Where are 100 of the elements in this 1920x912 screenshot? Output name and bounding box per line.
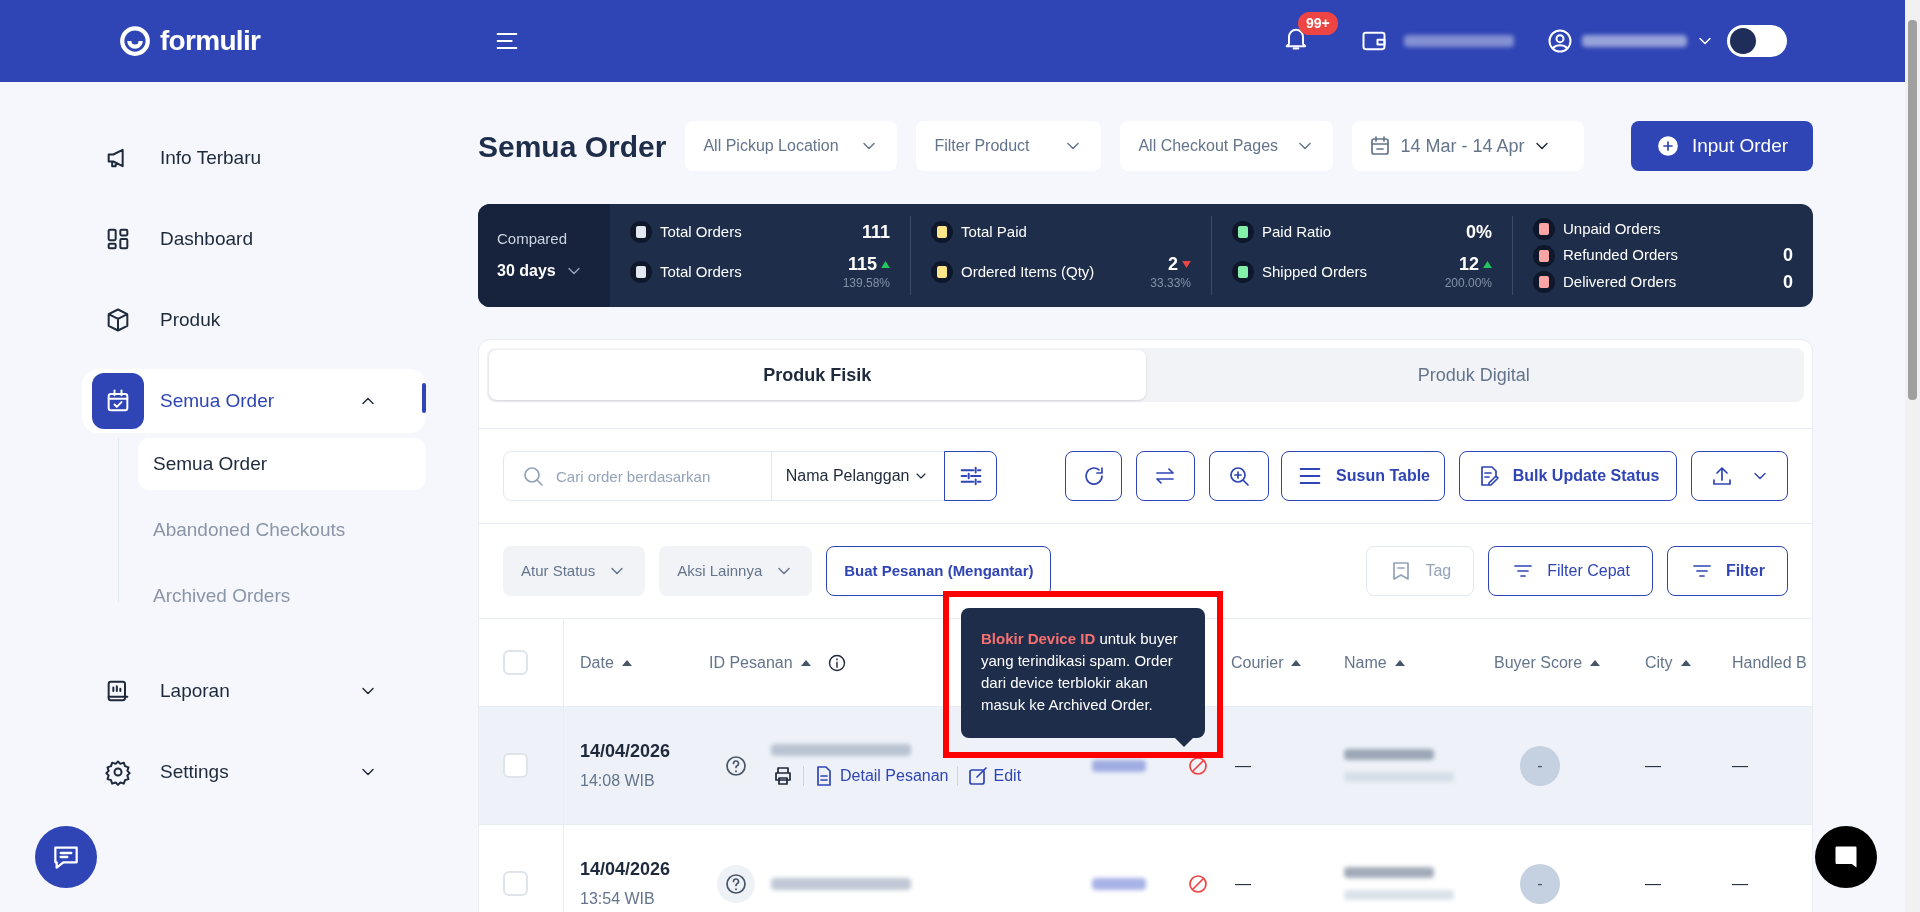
settings-icon bbox=[104, 758, 132, 786]
page-title: Semua Order bbox=[478, 128, 667, 165]
sort-icon bbox=[621, 659, 632, 666]
bulk-update-button[interactable]: Bulk Update Status bbox=[1458, 451, 1678, 501]
filter-dropdown[interactable]: All Checkout Pages bbox=[1120, 121, 1334, 171]
tooltip-arrow bbox=[1175, 738, 1193, 747]
stat-label: Shipped Orders bbox=[1262, 261, 1368, 282]
search-field[interactable]: Cari order berdasarkan bbox=[503, 451, 772, 501]
column-header[interactable]: ID Pesanan bbox=[709, 650, 793, 675]
theme-toggle[interactable] bbox=[1727, 25, 1787, 57]
column-header[interactable]: Date bbox=[580, 650, 614, 675]
create-delivery-order-button[interactable]: Buat Pesanan (Mengantar) bbox=[826, 546, 1052, 596]
zoom-button[interactable] bbox=[1208, 451, 1270, 501]
action-dropdown[interactable]: Atur Status bbox=[503, 546, 646, 596]
blurred-text bbox=[1092, 877, 1146, 890]
sidebar-item[interactable]: Laporan bbox=[82, 659, 426, 723]
info-icon bbox=[826, 652, 847, 673]
arrange-table-button[interactable]: Susun Table bbox=[1281, 451, 1445, 501]
stat-value: 0% bbox=[1466, 220, 1492, 243]
sidebar-item[interactable]: Semua Order bbox=[82, 369, 426, 433]
stat-icon bbox=[1533, 218, 1555, 240]
question-icon bbox=[724, 871, 748, 896]
notification-badge: 99+ bbox=[1298, 11, 1338, 35]
stat-label: Paid Ratio bbox=[1262, 221, 1332, 242]
column-header[interactable]: Name bbox=[1344, 650, 1387, 675]
input-order-button[interactable]: Input Order bbox=[1631, 121, 1813, 171]
sort-icon bbox=[1394, 659, 1405, 666]
question-icon bbox=[724, 753, 748, 778]
stat-label: Total Orders bbox=[660, 261, 742, 282]
sort-icon bbox=[1680, 659, 1691, 666]
user-icon bbox=[1546, 27, 1574, 55]
tab[interactable]: Produk Fisik bbox=[489, 350, 1146, 400]
stat-label: Total Orders bbox=[660, 221, 742, 242]
plus-circle-icon bbox=[1655, 134, 1680, 158]
stat-change: 200.00% bbox=[1444, 275, 1492, 291]
stat-icon bbox=[931, 220, 953, 243]
sidebar-item[interactable]: Dashboard bbox=[82, 207, 426, 271]
stat-label: Unpaid Orders bbox=[1563, 218, 1661, 239]
city-cell: — bbox=[1645, 874, 1661, 892]
handled-by-cell: — bbox=[1732, 874, 1748, 892]
buyer-score-badge: - bbox=[1520, 745, 1560, 786]
search-icon bbox=[521, 464, 545, 488]
stat-icon bbox=[1232, 260, 1254, 283]
period-selector[interactable]: Compared 30 days bbox=[478, 204, 610, 307]
stat-icon bbox=[630, 220, 652, 243]
column-header[interactable]: Courier bbox=[1231, 650, 1284, 675]
filter-button[interactable]: Filter bbox=[1666, 546, 1788, 596]
brand-name: formulir bbox=[160, 24, 261, 58]
sort-icon bbox=[1590, 659, 1601, 666]
column-header[interactable]: City bbox=[1645, 650, 1673, 675]
stat-icon bbox=[1533, 244, 1555, 267]
sidebar-item[interactable]: Info Terbaru bbox=[82, 126, 426, 190]
swap-button[interactable] bbox=[1136, 451, 1195, 501]
city-cell: — bbox=[1645, 756, 1661, 774]
column-header[interactable]: Handled B bbox=[1732, 650, 1807, 675]
checkbox[interactable] bbox=[503, 753, 528, 778]
edit-link[interactable]: Edit bbox=[965, 763, 1022, 788]
search-by-dropdown[interactable]: Nama Pelanggan bbox=[771, 451, 944, 501]
stat-value: 0 bbox=[1783, 244, 1793, 267]
stat-value: 115 bbox=[847, 253, 877, 276]
table-row[interactable]: 14/04/2026 13:54 WIB — - — — bbox=[479, 824, 1812, 912]
stat-value: 12 bbox=[1458, 253, 1479, 276]
refresh-button[interactable] bbox=[1065, 451, 1123, 501]
export-button[interactable] bbox=[1691, 451, 1788, 501]
logo-icon bbox=[118, 24, 152, 58]
filter-button[interactable]: Filter Cepat bbox=[1488, 546, 1653, 596]
sidebar-item[interactable]: Produk bbox=[82, 288, 426, 352]
stat-label: Delivered Orders bbox=[1563, 271, 1677, 292]
tooltip: Blokir Device ID untuk buyer yang terindikasi spam. Order dari device terblokir akan masuk ke Archived Order. bbox=[961, 608, 1205, 738]
action-dropdown[interactable]: Aksi Lainnya bbox=[659, 546, 813, 596]
date-range-picker[interactable]: 14 Mar - 14 Apr bbox=[1352, 121, 1585, 171]
stat-change: 139.58% bbox=[842, 275, 890, 291]
courier-cell: — bbox=[1235, 756, 1251, 774]
sort-icon bbox=[800, 659, 811, 666]
order-detail-link[interactable]: Detail Pesanan bbox=[812, 763, 949, 788]
filter-dropdown[interactable]: All Pickup Location bbox=[685, 121, 898, 171]
sidebar-item[interactable]: Settings bbox=[82, 740, 426, 804]
scrollbar-thumb[interactable] bbox=[1908, 20, 1917, 400]
stat-icon bbox=[1232, 220, 1254, 243]
stat-icon bbox=[630, 260, 652, 283]
handled-by-cell: — bbox=[1732, 756, 1748, 774]
order-date: 14/04/2026 bbox=[580, 858, 672, 881]
checkbox[interactable] bbox=[503, 871, 528, 896]
stat-icon bbox=[931, 260, 953, 283]
checkbox[interactable] bbox=[503, 650, 528, 675]
order-time: 14:08 WIB bbox=[580, 771, 656, 791]
column-header[interactable]: Buyer Score bbox=[1494, 650, 1583, 675]
stat-value: 2 bbox=[1168, 253, 1178, 276]
order-date: 14/04/2026 bbox=[580, 740, 672, 763]
filter-dropdown[interactable]: Filter Product bbox=[916, 121, 1102, 171]
stat-label: Ordered Items (Qty) bbox=[961, 261, 1095, 282]
stat-label: Total Paid bbox=[961, 221, 1027, 242]
stat-value: 111 bbox=[861, 220, 890, 243]
stat-icon bbox=[1533, 271, 1555, 293]
tab[interactable]: Produk Digital bbox=[1145, 350, 1802, 400]
submenu-item[interactable]: Semua Order bbox=[138, 438, 426, 490]
stat-value: 0 bbox=[1783, 270, 1793, 294]
order-time: 13:54 WIB bbox=[580, 889, 656, 909]
stat-change: 33.33% bbox=[1150, 275, 1191, 291]
advanced-search-button[interactable] bbox=[943, 451, 998, 501]
